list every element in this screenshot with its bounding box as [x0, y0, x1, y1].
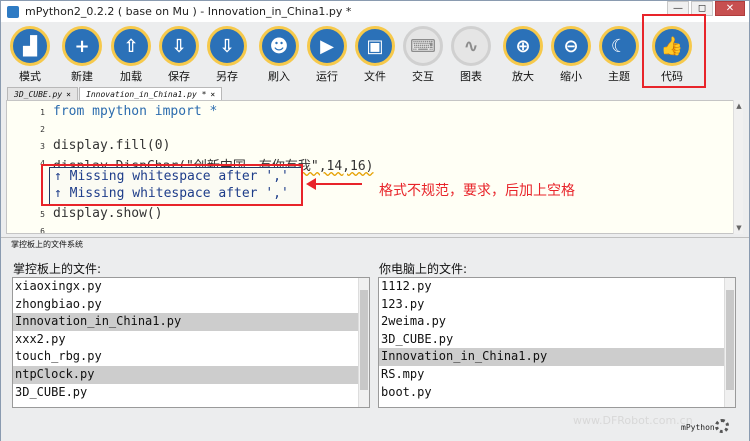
line-number: 5: [40, 210, 45, 219]
flash-label: 刷入: [268, 70, 290, 83]
mode-icon: ▟: [10, 26, 50, 66]
list-item[interactable]: Innovation_in_China1.py: [379, 348, 735, 366]
code-line: 5 display.show(): [7, 205, 735, 222]
repl-button[interactable]: ⌨ 交互: [400, 26, 446, 84]
close-button[interactable]: ✕: [715, 1, 745, 16]
editor-scrollbar[interactable]: ▲ ▼: [733, 100, 743, 234]
mode-indicator[interactable]: mPython: [681, 423, 715, 432]
zoom-in-label: 放大: [512, 70, 534, 83]
filesystem-title: 掌控板上的文件系统: [11, 240, 83, 249]
line-number: 6: [40, 227, 45, 234]
computer-list-scrollbar[interactable]: [724, 278, 735, 407]
code-line: 3 display.fill(0): [7, 137, 735, 154]
files-label: 文件: [364, 70, 386, 83]
scroll-thumb[interactable]: [360, 290, 368, 390]
run-label: 运行: [316, 70, 338, 83]
zoom-in-icon: ⊕: [503, 26, 543, 66]
save-label: 保存: [168, 70, 190, 83]
save-as-label: 另存: [216, 70, 238, 83]
scroll-thumb[interactable]: [726, 290, 734, 390]
files-button[interactable]: ▣ 文件: [352, 26, 398, 84]
zoom-in-button[interactable]: ⊕ 放大: [500, 26, 546, 84]
pulse-icon: ∿: [451, 26, 491, 66]
list-item[interactable]: ntpClock.py: [13, 365, 369, 384]
code-line: 6: [7, 222, 735, 234]
tab-3d-cube[interactable]: 3D_CUBE.py ×: [7, 87, 78, 101]
pane-divider[interactable]: [1, 237, 749, 238]
keyboard-icon: ⌨: [403, 26, 443, 66]
files-icon: ▣: [355, 26, 395, 66]
app-icon: [7, 5, 19, 18]
repl-label: 交互: [412, 70, 434, 83]
download-icon: ⇩: [159, 26, 199, 66]
toolbar: ▟ 模式 + 新建 ⇧ 加载 ⇩ 保存 ⇩ 另存 ☻ 刷入 ▶ 运行 ▣ 文件: [1, 22, 749, 86]
line-number: 3: [40, 142, 45, 151]
save-as-icon: ⇩: [207, 26, 247, 66]
plotter-button[interactable]: ∿ 图表: [448, 26, 494, 84]
load-label: 加载: [120, 70, 142, 83]
list-item[interactable]: RS.mpy: [379, 366, 735, 384]
save-button[interactable]: ⇩ 保存: [156, 26, 202, 84]
tab-close-icon[interactable]: ×: [210, 90, 215, 99]
zoom-out-label: 缩小: [560, 70, 582, 83]
plotter-label: 图表: [460, 70, 482, 83]
run-button[interactable]: ▶ 运行: [304, 26, 350, 84]
robot-icon: ☻: [259, 26, 299, 66]
theme-label: 主题: [608, 70, 630, 83]
new-label: 新建: [71, 70, 93, 83]
gear-icon[interactable]: [715, 419, 729, 433]
list-item[interactable]: 123.py: [379, 296, 735, 314]
plus-icon: +: [62, 26, 102, 66]
code-line: 2: [7, 120, 735, 137]
mode-button[interactable]: ▟ 模式: [7, 26, 53, 84]
code-text: display.show(): [53, 206, 163, 221]
list-item[interactable]: 3D_CUBE.py: [379, 331, 735, 349]
editor-tabs: 3D_CUBE.py × Innovation_in_China1.py * ×: [7, 87, 223, 101]
annotation-arrow-icon: [306, 178, 362, 190]
mode-label: 模式: [19, 70, 41, 83]
zoom-out-button[interactable]: ⊖ 缩小: [548, 26, 594, 84]
watermark: www.DFRobot.com.cn: [573, 414, 693, 427]
title-bar: mPython2_0.2.2 ( base on Mu ) - Innovati…: [1, 1, 749, 22]
list-item[interactable]: 2weima.py: [379, 313, 735, 331]
code-button-highlight: [642, 14, 706, 88]
moon-icon: ☾: [599, 26, 639, 66]
list-item[interactable]: boot.py: [379, 384, 735, 402]
code-text: from mpython import *: [53, 104, 218, 119]
list-item[interactable]: 1112.py: [379, 278, 735, 296]
zoom-out-icon: ⊖: [551, 26, 591, 66]
code-text: display.fill(0): [53, 138, 171, 153]
load-button[interactable]: ⇧ 加载: [108, 26, 154, 84]
list-item[interactable]: xxx2.py: [13, 331, 369, 349]
line-number: 1: [40, 108, 45, 117]
tab-close-icon[interactable]: ×: [66, 90, 71, 99]
device-file-list[interactable]: xiaoxingx.py zhongbiao.py Innovation_in_…: [12, 277, 370, 408]
list-item[interactable]: touch_rbg.py: [13, 348, 369, 366]
upload-icon: ⇧: [111, 26, 151, 66]
app-window: mPython2_0.2.2 ( base on Mu ) - Innovati…: [0, 0, 750, 441]
scroll-down-icon[interactable]: ▼: [735, 224, 743, 232]
tab-label: 3D_CUBE.py: [14, 90, 63, 99]
window-title: mPython2_0.2.2 ( base on Mu ) - Innovati…: [25, 5, 352, 18]
list-item[interactable]: Innovation_in_China1.py: [13, 313, 369, 331]
computer-files-label: 你电脑上的文件:: [379, 262, 468, 276]
tab-innovation-in-china[interactable]: Innovation_in_China1.py * ×: [79, 87, 223, 101]
code-line: 1 from mpython import *: [7, 103, 735, 120]
theme-button[interactable]: ☾ 主题: [596, 26, 642, 84]
list-item[interactable]: zhongbiao.py: [13, 296, 369, 314]
play-icon: ▶: [307, 26, 347, 66]
new-button[interactable]: + 新建: [59, 26, 105, 84]
flash-button[interactable]: ☻ 刷入: [256, 26, 302, 84]
device-files-label: 掌控板上的文件:: [13, 262, 102, 276]
computer-file-list[interactable]: 1112.py 123.py 2weima.py 3D_CUBE.py Inno…: [378, 277, 736, 408]
annotation-text: 格式不规范，要求，后加上空格: [379, 183, 575, 199]
line-number: 2: [40, 125, 45, 134]
list-item[interactable]: 3D_CUBE.py: [13, 384, 369, 402]
save-as-button[interactable]: ⇩ 另存: [204, 26, 250, 84]
device-list-scrollbar[interactable]: [358, 278, 369, 407]
lint-highlight-frame: [41, 164, 303, 206]
list-item[interactable]: xiaoxingx.py: [13, 278, 369, 296]
tab-label: Innovation_in_China1.py *: [86, 90, 207, 99]
scroll-up-icon[interactable]: ▲: [735, 102, 743, 110]
